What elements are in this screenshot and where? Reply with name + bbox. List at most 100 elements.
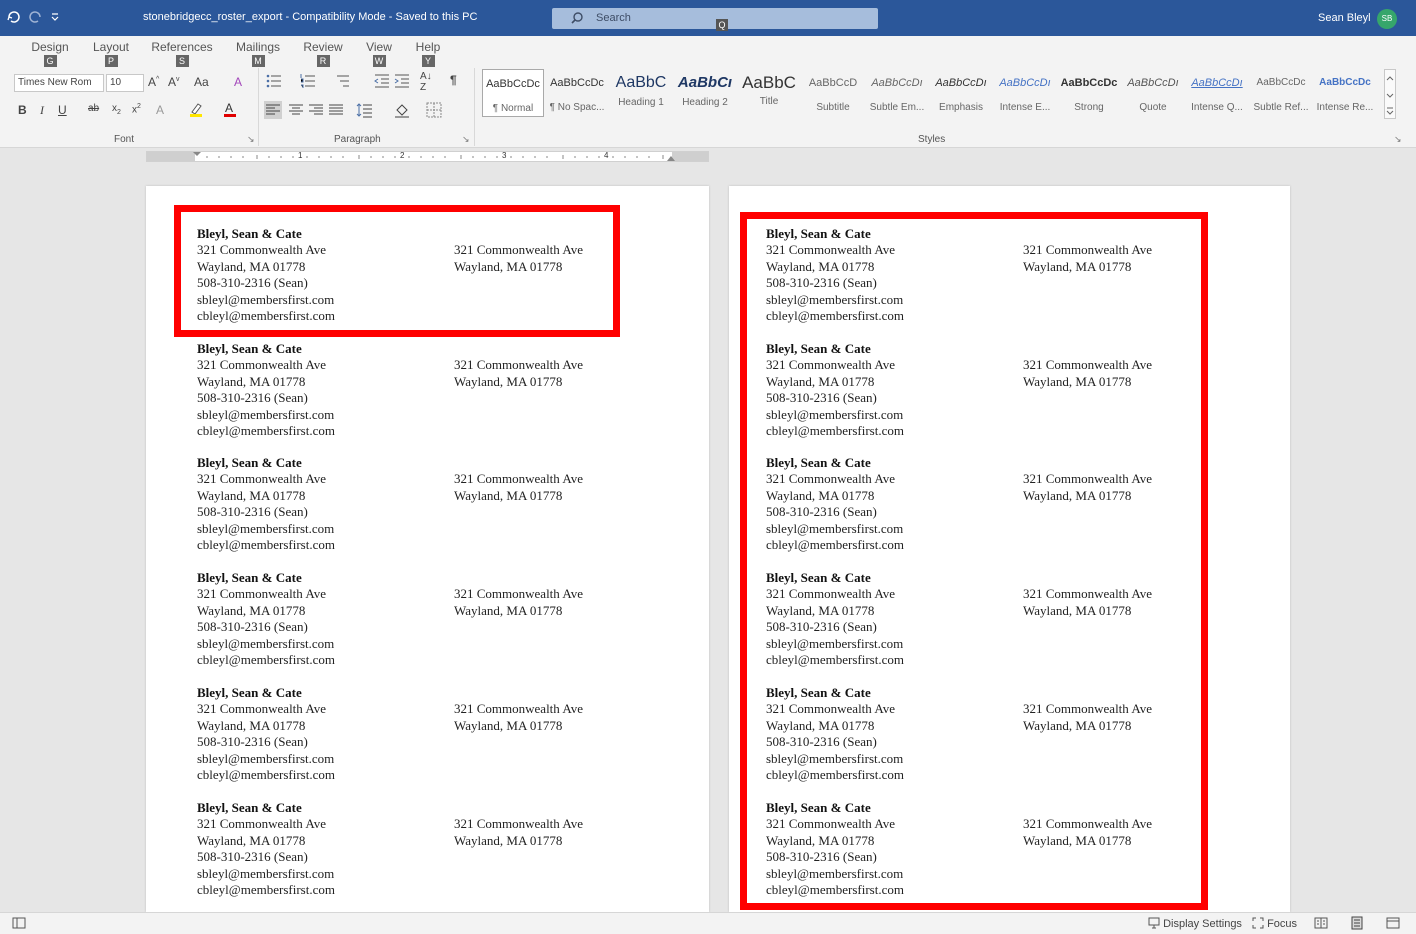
label-phone: 508-310-2316 (Sean) <box>766 504 877 520</box>
align-center-icon[interactable] <box>288 102 304 121</box>
address-label[interactable]: Bleyl, Sean & Cate 321 Commonwealth Ave … <box>197 455 657 565</box>
address-label[interactable]: Bleyl, Sean & Cate 321 Commonwealth Ave … <box>197 226 657 336</box>
label-primary: Bleyl, Sean & Cate 321 Commonwealth Ave … <box>197 341 452 439</box>
styles-gallery-scroll[interactable] <box>1384 69 1396 119</box>
bullets-icon[interactable] <box>266 73 282 92</box>
style-title[interactable]: AaBbC Title <box>738 69 800 117</box>
style-strong[interactable]: AaBbCcDc Strong <box>1058 69 1120 117</box>
page-layout-icon[interactable] <box>12 916 26 933</box>
customize-qat-icon[interactable] <box>50 8 60 27</box>
style-emphasis[interactable]: AaBbCcDı Emphasis <box>930 69 992 117</box>
style-heading-1[interactable]: AaBbC Heading 1 <box>610 69 672 117</box>
label-primary: Bleyl, Sean & Cate 321 Commonwealth Ave … <box>197 455 452 553</box>
highlight-color-icon[interactable] <box>188 101 204 120</box>
address-label[interactable]: Bleyl, Sean & Cate 321 Commonwealth Ave … <box>766 685 1226 795</box>
avatar[interactable]: SB <box>1377 9 1397 29</box>
style-subtitle[interactable]: AaBbCcD Subtitle <box>802 69 864 117</box>
user-name[interactable]: Sean Bleyl <box>1318 12 1371 24</box>
address-label[interactable]: Bleyl, Sean & Cate 321 Commonwealth Ave … <box>197 800 657 910</box>
address-label[interactable]: Bleyl, Sean & Cate 321 Commonwealth Ave … <box>766 800 1226 910</box>
label-primary: Bleyl, Sean & Cate 321 Commonwealth Ave … <box>766 341 1021 439</box>
font-size-select[interactable]: 10 <box>106 74 144 92</box>
show-formatting-icon[interactable]: ¶ <box>450 73 457 87</box>
shading-icon[interactable] <box>394 102 410 121</box>
web-layout-icon[interactable] <box>1386 916 1400 933</box>
address-label[interactable]: Bleyl, Sean & Cate 321 Commonwealth Ave … <box>197 570 657 680</box>
label-street: 321 Commonwealth Ave <box>454 471 584 487</box>
styles-dialog-launcher-icon[interactable]: ↘ <box>1394 134 1402 145</box>
document-page-2[interactable]: Bleyl, Sean & Cate 321 Commonwealth Ave … <box>729 186 1290 912</box>
tab-review[interactable]: Review R <box>301 40 345 67</box>
borders-icon[interactable] <box>426 102 442 121</box>
label-email: cbleyl@membersfirst.com <box>197 767 335 783</box>
label-email: sbleyl@membersfirst.com <box>197 520 335 536</box>
style-subtle-reference[interactable]: AaBbCcDc Subtle Ref... <box>1250 69 1312 117</box>
shrink-font-icon[interactable]: Av <box>168 75 180 89</box>
sort-icon[interactable]: A↓ Z <box>420 71 432 93</box>
style-no-spacing[interactable]: AaBbCcDc ¶ No Spac... <box>546 69 608 117</box>
search-box[interactable]: Search <box>552 8 878 29</box>
style-quote[interactable]: AaBbCcDı Quote <box>1122 69 1184 117</box>
style-preview: AaBbCcDc <box>1256 77 1306 88</box>
align-left-icon[interactable] <box>264 101 282 122</box>
address-label[interactable]: Bleyl, Sean & Cate 321 Commonwealth Ave … <box>197 341 657 451</box>
label-phone: 508-310-2316 (Sean) <box>197 849 308 865</box>
address-label[interactable]: Bleyl, Sean & Cate 321 Commonwealth Ave … <box>766 455 1226 565</box>
read-mode-icon[interactable] <box>1314 916 1328 933</box>
style-name: Strong <box>1074 102 1104 113</box>
label-street: 321 Commonwealth Ave <box>766 586 896 602</box>
paragraph-dialog-launcher-icon[interactable]: ↘ <box>462 134 470 145</box>
paragraph-group-label: Paragraph <box>334 134 381 145</box>
subscript-icon[interactable]: x2 <box>112 103 121 116</box>
tab-references[interactable]: References S <box>150 40 214 67</box>
superscript-icon[interactable]: x2 <box>132 103 141 115</box>
tab-view[interactable]: View W <box>362 40 396 67</box>
style-heading-2[interactable]: AaBbCı Heading 2 <box>674 69 736 117</box>
font-dialog-launcher-icon[interactable]: ↘ <box>247 134 255 145</box>
label-city: Wayland, MA 01778 <box>766 602 875 618</box>
bold-icon[interactable]: B <box>18 103 27 117</box>
print-layout-icon[interactable] <box>1350 916 1364 933</box>
underline-icon[interactable]: U <box>58 103 67 117</box>
display-settings-button[interactable]: Display Settings <box>1148 917 1242 930</box>
label-street: 321 Commonwealth Ave <box>197 816 327 832</box>
increase-indent-icon[interactable] <box>394 73 410 92</box>
horizontal-ruler[interactable]: 1 2 3 4 <box>146 151 709 162</box>
document-page-1[interactable]: Bleyl, Sean & Cate 321 Commonwealth Ave … <box>146 186 709 912</box>
tab-mailings[interactable]: Mailings M <box>232 40 284 67</box>
change-case-icon[interactable]: Aa <box>194 75 209 89</box>
style-name: Heading 2 <box>682 97 728 108</box>
decrease-indent-icon[interactable] <box>374 73 390 92</box>
tab-layout[interactable]: Layout P <box>90 40 132 67</box>
address-label[interactable]: Bleyl, Sean & Cate 321 Commonwealth Ave … <box>766 341 1226 451</box>
address-label[interactable]: Bleyl, Sean & Cate 321 Commonwealth Ave … <box>766 226 1226 336</box>
label-email: sbleyl@membersfirst.com <box>197 865 335 881</box>
focus-button[interactable]: Focus <box>1252 917 1297 930</box>
font-name-select[interactable]: Times New Rom <box>14 74 104 92</box>
style-intense-quote[interactable]: AaBbCcDı Intense Q... <box>1186 69 1248 117</box>
style-intense-reference[interactable]: AaBbCcDc Intense Re... <box>1314 69 1376 117</box>
italic-icon[interactable]: I <box>40 103 44 118</box>
text-effects-icon[interactable]: A <box>156 103 164 117</box>
tab-keytip: P <box>104 55 118 67</box>
multilevel-list-icon[interactable] <box>334 73 350 92</box>
grow-font-icon[interactable]: A^ <box>148 75 159 89</box>
label-street: 321 Commonwealth Ave <box>1023 471 1153 487</box>
address-label[interactable]: Bleyl, Sean & Cate 321 Commonwealth Ave … <box>766 570 1226 680</box>
autosave-icon[interactable] <box>6 8 22 27</box>
style-normal[interactable]: AaBbCcDc ¶ Normal <box>482 69 544 117</box>
address-label[interactable]: Bleyl, Sean & Cate 321 Commonwealth Ave … <box>197 685 657 795</box>
tab-design[interactable]: Design G <box>28 40 72 67</box>
align-right-icon[interactable] <box>308 102 324 121</box>
redo-icon[interactable] <box>28 8 44 27</box>
font-color-icon[interactable]: A <box>222 101 238 120</box>
tab-help[interactable]: Help Y <box>412 40 444 67</box>
clear-formatting-icon[interactable]: A <box>234 75 242 89</box>
strikethrough-icon[interactable]: ab <box>88 103 99 114</box>
numbering-icon[interactable] <box>300 73 316 92</box>
style-subtle-emphasis[interactable]: AaBbCcDı Subtle Em... <box>866 69 928 117</box>
label-primary: Bleyl, Sean & Cate 321 Commonwealth Ave … <box>766 800 1021 898</box>
justify-icon[interactable] <box>328 102 344 121</box>
style-intense-emphasis[interactable]: AaBbCcDı Intense E... <box>994 69 1056 117</box>
line-spacing-icon[interactable] <box>356 102 372 121</box>
